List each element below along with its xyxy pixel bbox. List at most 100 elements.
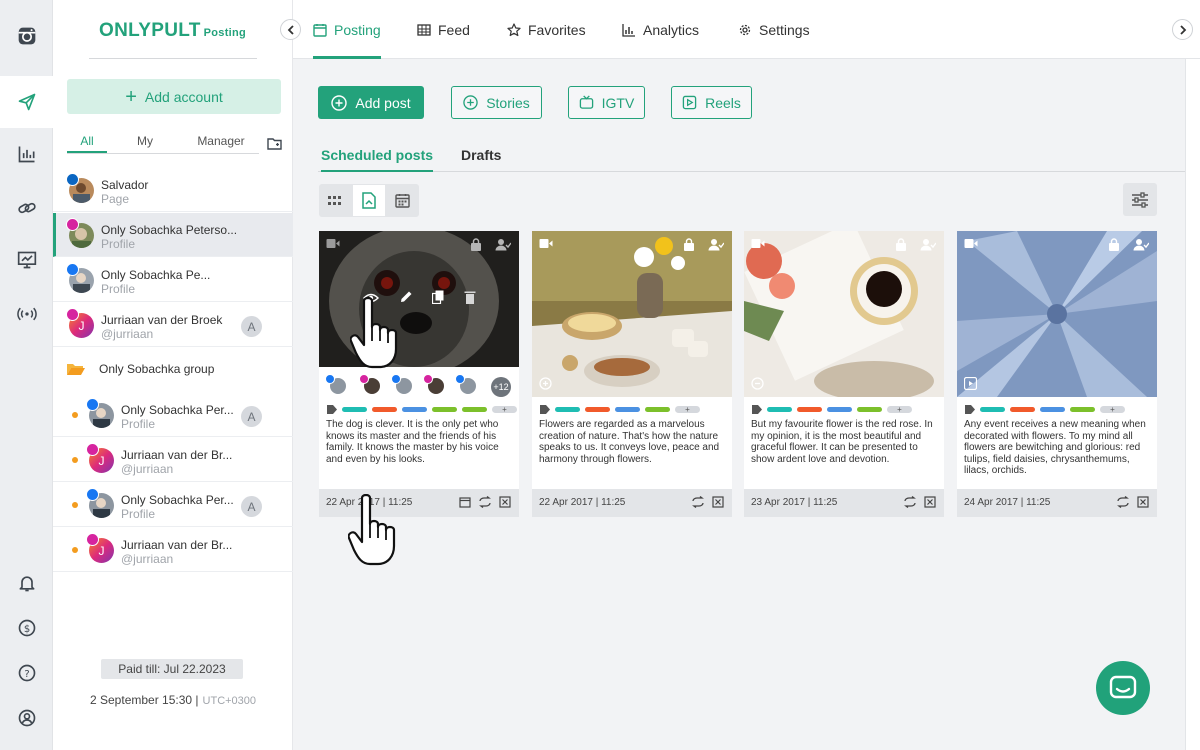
facebook-icon (66, 263, 79, 276)
post-view-icon[interactable] (351, 184, 387, 217)
send-icon[interactable] (0, 76, 53, 128)
post-card[interactable]: + Any event receives a new meaning when … (957, 231, 1157, 517)
account-item[interactable]: J Jurriaan van der Br... @jurriaan (53, 438, 293, 482)
account-item[interactable]: Only Sobachka Peterso... Profile (53, 213, 293, 257)
tag-icon (540, 405, 550, 414)
timezone-label: UTC+0300 (202, 695, 257, 707)
folder-open-icon (67, 364, 85, 375)
tab-favorites[interactable]: Favorites (507, 0, 586, 59)
tag-chip[interactable] (767, 407, 792, 412)
repeat-icon[interactable] (691, 496, 705, 508)
unschedule-icon[interactable] (924, 496, 936, 508)
add-account-button[interactable]: + Add account (67, 79, 281, 114)
scroll-right-button[interactable] (1172, 19, 1193, 40)
post-card[interactable]: + Flowers are regarded as a marvelous cr… (532, 231, 732, 517)
tag-chip[interactable] (1070, 407, 1095, 412)
tab-drafts[interactable]: Drafts (461, 147, 501, 172)
account-item[interactable]: Only Sobachka Pe... Profile (53, 258, 293, 302)
tab-all[interactable]: All (67, 134, 107, 153)
stories-button[interactable]: Stories (451, 86, 542, 119)
bar-chart-icon[interactable] (0, 128, 53, 180)
account-handle: @jurriaan (121, 462, 174, 476)
tab-settings[interactable]: Settings (738, 0, 810, 59)
video-icon (326, 239, 340, 248)
brand-logo: ONLYPULT Posting (99, 20, 247, 41)
tab-manager[interactable]: Manager (183, 134, 259, 153)
tab-feed[interactable]: Feed (417, 0, 470, 59)
account-item[interactable]: Salvador Page (53, 168, 293, 212)
scrollbar[interactable] (1185, 59, 1200, 750)
post-tags: + (965, 405, 1125, 414)
plus-icon: + (125, 85, 137, 108)
post-card[interactable]: + But my favourite flower is the red ros… (744, 231, 944, 517)
tab-scheduled-posts[interactable]: Scheduled posts (321, 147, 434, 172)
folder-icon[interactable] (267, 137, 282, 153)
unschedule-icon[interactable] (712, 496, 724, 508)
group-name: Only Sobachka group (99, 362, 215, 376)
account-group[interactable]: Only Sobachka group (53, 347, 293, 391)
add-tag-button[interactable]: + (887, 406, 912, 414)
post-text: But my favourite flower is the red rose.… (751, 419, 933, 465)
tag-chip[interactable] (615, 407, 640, 412)
account-handle: @jurriaan (101, 327, 154, 341)
link-icon[interactable] (0, 182, 53, 234)
gear-icon (739, 24, 751, 35)
tag-chip[interactable] (857, 407, 882, 412)
chat-button[interactable] (1096, 661, 1150, 715)
monitor-chart-icon[interactable] (0, 234, 53, 286)
account-item[interactable]: Only Sobachka Per... Profile A (53, 483, 293, 527)
igtv-button[interactable]: IGTV (568, 86, 645, 119)
tag-chip[interactable] (1010, 407, 1035, 412)
tag-chip[interactable] (645, 407, 670, 412)
tag-chip[interactable] (402, 407, 427, 412)
account-item[interactable]: Only Sobachka Per... Profile A (53, 393, 293, 437)
post-tags: + (752, 405, 912, 414)
tag-chip[interactable] (372, 407, 397, 412)
repeat-icon[interactable] (903, 496, 917, 508)
account-type: Profile (101, 237, 136, 251)
tag-chip[interactable] (827, 407, 852, 412)
more-accounts-badge[interactable]: +12 (491, 377, 511, 397)
unschedule-icon[interactable] (1137, 496, 1149, 508)
tag-icon (327, 405, 337, 414)
user-assign-icon (708, 239, 724, 251)
account-item[interactable]: J Jurriaan van der Br... @jurriaan (53, 528, 293, 572)
calendar-view-icon[interactable] (386, 184, 419, 217)
copy-icon[interactable] (432, 290, 444, 304)
chevron-right-icon (1179, 24, 1186, 35)
tag-chip[interactable] (342, 407, 367, 412)
tag-chip[interactable] (980, 407, 1005, 412)
repeat-icon[interactable] (478, 496, 492, 508)
add-tag-button[interactable]: + (492, 406, 517, 414)
paid-till-badge: Paid till: Jul 22.2023 (101, 659, 243, 679)
delete-trash-icon[interactable] (464, 290, 476, 304)
tab-my[interactable]: My (107, 134, 183, 153)
broadcast-icon[interactable] (0, 288, 53, 340)
reels-button[interactable]: Reels (671, 86, 752, 119)
filter-settings-button[interactable] (1123, 183, 1157, 216)
collapse-sidebar-button[interactable] (280, 19, 301, 40)
instagram-logo-icon[interactable] (0, 10, 53, 62)
tag-chip[interactable] (432, 407, 457, 412)
tag-chip[interactable] (585, 407, 610, 412)
tag-chip[interactable] (797, 407, 822, 412)
tag-chip[interactable] (555, 407, 580, 412)
unschedule-icon[interactable] (499, 496, 511, 508)
account-name: Only Sobachka Per... (121, 493, 234, 507)
tag-chip[interactable] (1040, 407, 1065, 412)
calendar-icon[interactable] (459, 496, 471, 508)
user-assign-icon (1133, 239, 1149, 251)
post-image (319, 231, 519, 397)
add-tag-button[interactable]: + (1100, 406, 1125, 414)
tab-posting[interactable]: Posting (313, 0, 381, 59)
account-item[interactable]: J Jurriaan van der Broek @jurriaan A (53, 303, 293, 347)
add-post-button[interactable]: Add post (318, 86, 424, 119)
repeat-icon[interactable] (1116, 496, 1130, 508)
post-card[interactable]: +12 + The dog is clever. It is the only … (319, 231, 519, 517)
post-subtabs: Scheduled posts Drafts (318, 147, 1186, 172)
grid-view-icon[interactable] (319, 184, 352, 217)
tab-analytics[interactable]: Analytics (622, 0, 699, 59)
profile-icon[interactable] (0, 692, 53, 744)
tag-chip[interactable] (462, 407, 487, 412)
add-tag-button[interactable]: + (675, 406, 700, 414)
